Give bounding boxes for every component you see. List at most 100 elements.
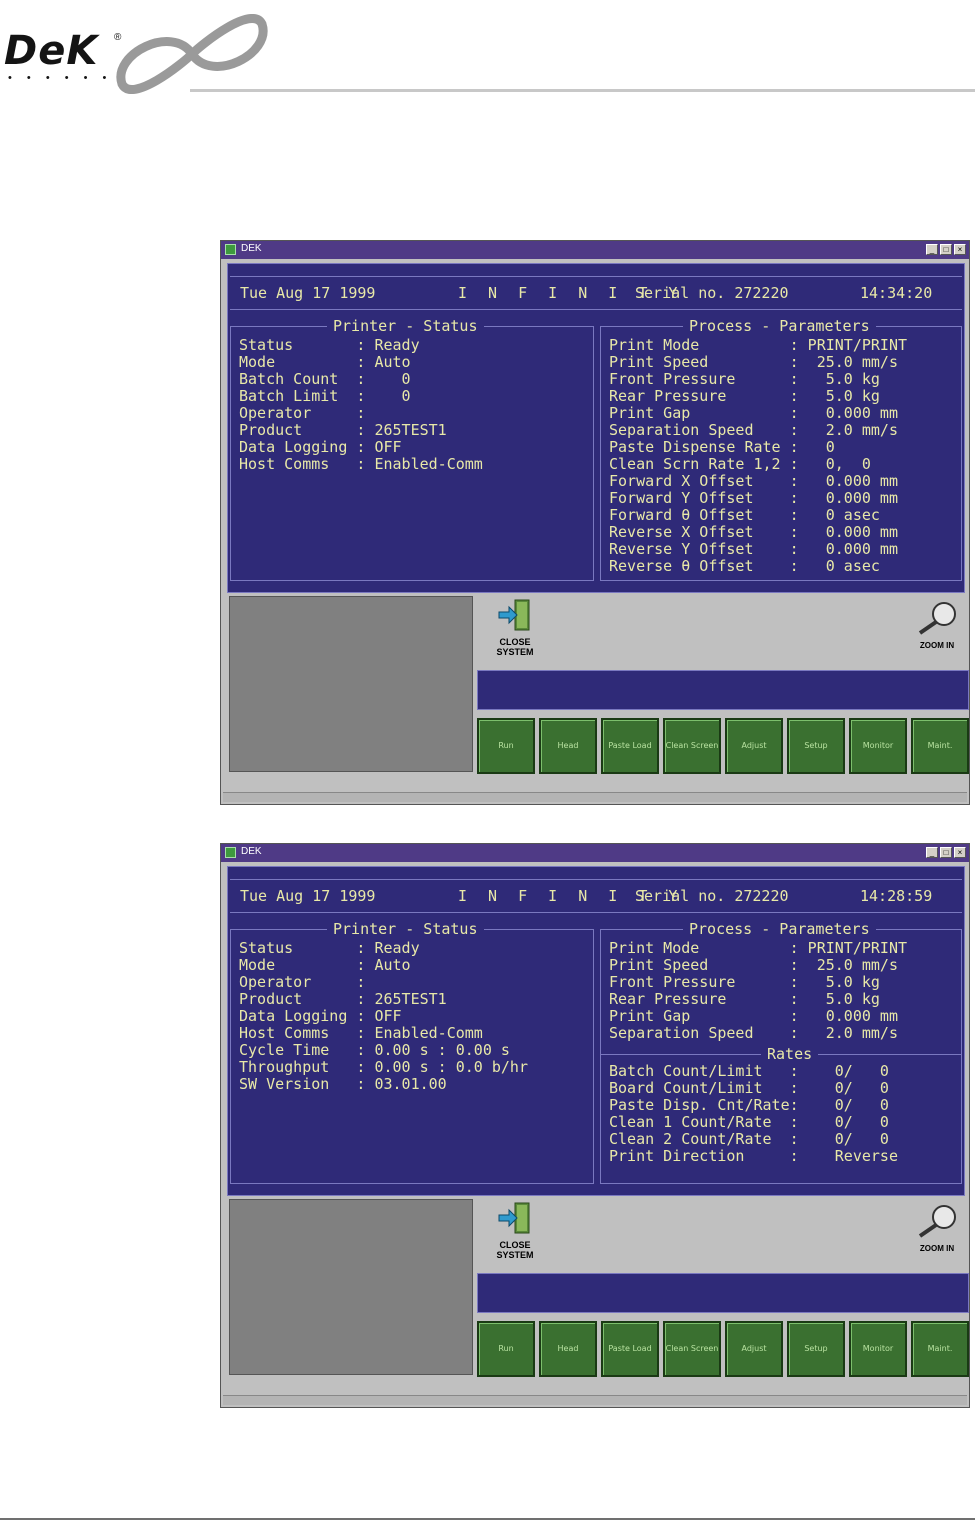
function-button-row: Run Head Paste Load Clean Screen Adjust …	[477, 1321, 969, 1377]
panel-title: Process - Parameters	[683, 317, 876, 335]
system-label: SYSTEM	[496, 647, 534, 657]
rate-row: Clean 2 Count/Rate : 0/ 0	[609, 1130, 889, 1148]
window-title: DEK	[241, 243, 262, 254]
serial-number: Serial no. 272220	[635, 284, 789, 302]
status-strip	[223, 792, 967, 802]
zoom-label: ZOOM IN	[919, 641, 955, 650]
status-rows: Status : Ready Mode : Auto Batch Count :…	[239, 337, 483, 473]
parameter-row: Forward Y Offset : 0.000 mm	[609, 489, 898, 507]
status-row: Product : 265TEST1	[239, 990, 447, 1008]
close-system-button[interactable]: CLOSE SYSTEM	[492, 598, 538, 657]
parameter-row: Print Gap : 0.000 mm	[609, 1007, 898, 1025]
panel-title: Printer - Status	[327, 317, 484, 335]
status-screen: Tue Aug 17 1999 I N F I N I T Y Serial n…	[227, 866, 965, 1196]
minimize-button[interactable]: _	[926, 847, 938, 858]
parameter-row: Print Speed : 25.0 mm/s	[609, 353, 898, 371]
monitor-button[interactable]: Monitor	[849, 718, 907, 774]
control-area: CLOSE SYSTEM ZOOM IN Run Head Paste Load…	[227, 1199, 969, 1377]
status-row: Batch Limit : 0	[239, 387, 411, 405]
status-row: Host Comms : Enabled-Comm	[239, 455, 483, 473]
maint-button[interactable]: Maint.	[911, 718, 969, 774]
maint-button[interactable]: Maint.	[911, 1321, 969, 1377]
clean-screen-button[interactable]: Clean Screen	[663, 718, 721, 774]
status-row: Mode : Auto	[239, 956, 411, 974]
close-label: CLOSE	[499, 637, 531, 647]
status-row: SW Version : 03.01.00	[239, 1075, 447, 1093]
parameter-row: Paste Dispense Rate : 0	[609, 438, 835, 456]
close-system-button[interactable]: CLOSE SYSTEM	[492, 1201, 538, 1260]
rate-row: Clean 1 Count/Rate : 0/ 0	[609, 1113, 889, 1131]
preview-pane	[229, 596, 473, 772]
status-row: Batch Count : 0	[239, 370, 411, 388]
header-rule	[190, 89, 975, 92]
status-screen: Tue Aug 17 1999 I N F I N I T Y Serial n…	[227, 263, 965, 593]
zoom-in-button[interactable]: ZOOM IN	[907, 600, 967, 650]
zoom-in-button[interactable]: ZOOM IN	[907, 1203, 967, 1253]
rate-row: Batch Count/Limit : 0/ 0	[609, 1062, 889, 1080]
time-display: 14:28:59	[860, 887, 933, 905]
parameter-row: Print Mode : PRINT/PRINT	[609, 939, 908, 957]
info-bar: Tue Aug 17 1999 I N F I N I T Y Serial n…	[230, 879, 962, 913]
logo-wordmark: DeK	[4, 28, 99, 74]
window-title: DEK	[241, 846, 262, 857]
setup-button[interactable]: Setup	[787, 1321, 845, 1377]
rate-row: Print Direction : Reverse	[609, 1147, 898, 1165]
printer-status-panel: Printer - Status Status : Ready Mode : A…	[230, 317, 594, 581]
parameter-row: Forward θ Offset : 0 asec	[609, 506, 880, 524]
logo-tagline: • • • • • •	[8, 72, 113, 84]
status-row: Data Logging : OFF	[239, 1007, 402, 1025]
paste-load-button[interactable]: Paste Load	[601, 1321, 659, 1377]
close-system-door-icon	[498, 1202, 530, 1234]
paste-load-button[interactable]: Paste Load	[601, 718, 659, 774]
close-window-button[interactable]: ×	[954, 244, 966, 255]
adjust-button[interactable]: Adjust	[725, 718, 783, 774]
parameter-row: Print Gap : 0.000 mm	[609, 404, 898, 422]
run-button[interactable]: Run	[477, 718, 535, 774]
info-bar: Tue Aug 17 1999 I N F I N I T Y Serial n…	[230, 276, 962, 310]
preview-pane	[229, 1199, 473, 1375]
serial-number: Serial no. 272220	[635, 887, 789, 905]
status-strip	[223, 1395, 967, 1405]
close-window-button[interactable]: ×	[954, 847, 966, 858]
parameter-row: Reverse X Offset : 0.000 mm	[609, 523, 898, 541]
function-button-row: Run Head Paste Load Clean Screen Adjust …	[477, 718, 969, 774]
magnifier-icon	[918, 1205, 956, 1238]
status-row: Status : Ready	[239, 939, 420, 957]
head-button[interactable]: Head	[539, 718, 597, 774]
setup-button[interactable]: Setup	[787, 718, 845, 774]
parameter-row: Front Pressure : 5.0 kg	[609, 973, 880, 991]
close-system-door-icon	[498, 599, 530, 631]
rate-row: Paste Disp. Cnt/Rate: 0/ 0	[609, 1096, 889, 1114]
parameter-row: Separation Speed : 2.0 mm/s	[609, 1024, 898, 1042]
head-button[interactable]: Head	[539, 1321, 597, 1377]
control-area: CLOSE SYSTEM ZOOM IN Run Head Paste Load…	[227, 596, 969, 774]
panel-title: Process - Parameters	[683, 920, 876, 938]
maximize-button[interactable]: □	[940, 244, 952, 255]
parameter-row: Reverse θ Offset : 0 asec	[609, 557, 880, 575]
title-bar: DEK _ □ ×	[221, 241, 969, 259]
maximize-button[interactable]: □	[940, 847, 952, 858]
zoom-label: ZOOM IN	[919, 1244, 955, 1253]
status-row: Cycle Time : 0.00 s : 0.00 s	[239, 1041, 510, 1059]
parameter-row: Print Speed : 25.0 mm/s	[609, 956, 898, 974]
status-row: Operator :	[239, 404, 366, 422]
adjust-button[interactable]: Adjust	[725, 1321, 783, 1377]
run-button[interactable]: Run	[477, 1321, 535, 1377]
clean-screen-button[interactable]: Clean Screen	[663, 1321, 721, 1377]
rate-row: Board Count/Limit : 0/ 0	[609, 1079, 889, 1097]
process-parameters-panel: Process - Parameters Print Mode : PRINT/…	[600, 317, 962, 581]
magnifier-icon	[918, 602, 956, 635]
title-bar: DEK _ □ ×	[221, 844, 969, 862]
message-bar	[477, 1273, 969, 1313]
rates-title: Rates	[761, 1045, 819, 1063]
minimize-button[interactable]: _	[926, 244, 938, 255]
monitor-button[interactable]: Monitor	[849, 1321, 907, 1377]
parameter-row: Print Mode : PRINT/PRINT	[609, 336, 908, 354]
parameter-row: Reverse Y Offset : 0.000 mm	[609, 540, 898, 558]
parameter-row: Clean Scrn Rate 1,2 : 0, 0	[609, 455, 871, 473]
date-display: Tue Aug 17 1999	[240, 887, 376, 905]
status-rows: Status : Ready Mode : Auto Operator : Pr…	[239, 940, 528, 1093]
panel-title: Printer - Status	[327, 920, 484, 938]
dek-app-icon	[225, 847, 236, 858]
system-label: SYSTEM	[496, 1250, 534, 1260]
